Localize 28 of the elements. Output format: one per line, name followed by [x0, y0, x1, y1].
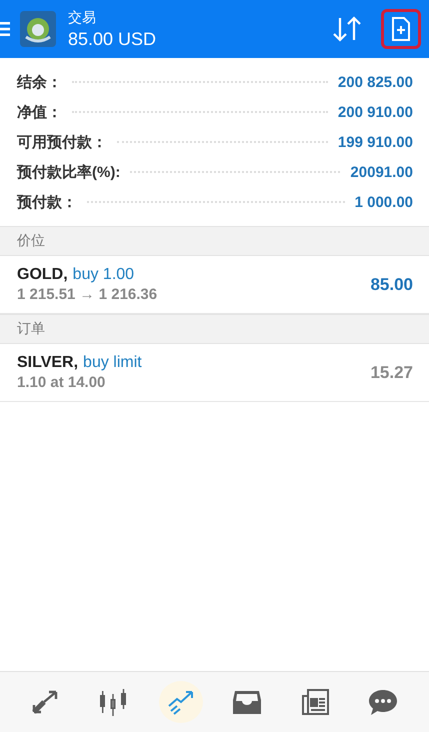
- trade-type-text: buy limit: [83, 354, 142, 372]
- summary-value: 1 000.00: [354, 194, 413, 210]
- summary-value: 199 910.00: [338, 134, 413, 150]
- trade-type-text: buy 1.00: [72, 266, 134, 284]
- profit-value: 85.00: [370, 274, 413, 294]
- menu-icon[interactable]: [0, 21, 10, 37]
- summary-label: 预付款比率(%):: [17, 162, 120, 182]
- summary-value: 200 825.00: [338, 74, 413, 90]
- summary-value: 20091.00: [350, 164, 413, 180]
- summary-label: 可用预付款：: [17, 132, 107, 152]
- summary-value: 200 910.00: [338, 104, 413, 120]
- sort-arrows-icon: [331, 15, 363, 43]
- screen-title: 交易: [68, 8, 97, 26]
- section-title: 订单: [17, 320, 45, 338]
- symbol-text: GOLD,: [17, 266, 68, 284]
- balance-text: 85.00 USD: [68, 28, 158, 50]
- new-order-button[interactable]: [381, 9, 421, 49]
- summary-label: 结余：: [17, 72, 62, 92]
- price-detail-text: 1 215.51 → 1 216.36: [17, 286, 158, 303]
- summary-label: 净值：: [17, 102, 62, 122]
- price-detail-text: 1.10 at 14.00: [17, 374, 106, 391]
- document-plus-icon: [391, 16, 411, 42]
- section-title: 价位: [17, 232, 45, 250]
- symbol-text: SILVER,: [17, 354, 78, 372]
- price-value: 15.27: [370, 362, 413, 382]
- app-logo-icon: [20, 11, 56, 47]
- order-row[interactable]: SILVER, buy limit 1.10 at 14.00 15.27: [0, 344, 429, 402]
- summary-label: 预付款：: [17, 192, 77, 212]
